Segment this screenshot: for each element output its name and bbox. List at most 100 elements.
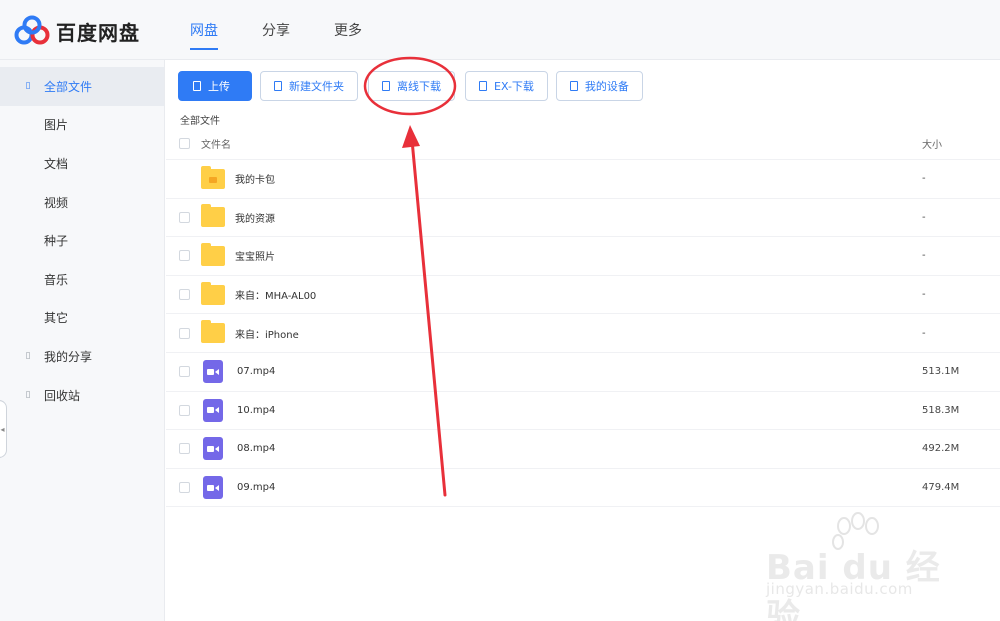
device-icon — [569, 81, 578, 91]
sidebar-item-recycle-bin[interactable]: ▯ 回收站 — [0, 376, 164, 415]
file-name[interactable]: 10.mp4 — [237, 405, 275, 416]
tab-share[interactable]: 分享 — [262, 0, 290, 60]
file-size: - — [922, 289, 926, 301]
row-checkbox[interactable] — [179, 443, 190, 455]
file-size: - — [922, 250, 926, 262]
table-row[interactable]: 来自：iPhone - — [166, 314, 1000, 353]
row-checkbox[interactable] — [179, 289, 190, 301]
file-size: - — [922, 173, 926, 185]
file-list-header: 文件名 大小 — [166, 127, 1000, 160]
file-name[interactable]: 来自：MHA-AL00 — [235, 287, 316, 302]
table-row[interactable]: 宝宝照片 - — [166, 237, 1000, 276]
file-name[interactable]: 来自：iPhone — [235, 326, 299, 341]
sidebar-item-label: 音乐 — [44, 272, 69, 287]
row-checkbox[interactable] — [179, 482, 190, 494]
tab-more[interactable]: 更多 — [334, 0, 362, 60]
wallet-folder-icon — [201, 165, 225, 189]
file-size: - — [922, 211, 926, 223]
row-checkbox[interactable] — [179, 327, 190, 339]
sidebar-item-label: 其它 — [44, 311, 69, 326]
select-all-checkbox[interactable] — [179, 137, 190, 149]
new-folder-icon — [274, 81, 282, 91]
sidebar-item-other[interactable]: 其它 — [0, 299, 164, 338]
new-folder-button[interactable]: 新建文件夹 — [260, 71, 358, 101]
sidebar-item-label: 全部文件 — [44, 79, 93, 94]
file-list: 文件名 大小 我的卡包 - 我的资源 - 宝宝照片 - 来自：MHA-AL00 — [166, 127, 1000, 508]
tab-netdisk[interactable]: 网盘 — [190, 0, 218, 60]
sidebar-item-videos[interactable]: 视频 — [0, 183, 164, 222]
sidebar-collapse-handle[interactable]: ◂ — [0, 400, 7, 458]
chevron-left-icon: ◂ — [0, 424, 5, 434]
offline-download-button-label: 离线下载 — [397, 80, 441, 93]
sidebar-item-label: 文档 — [44, 156, 69, 171]
sidebar-item-label: 视频 — [44, 195, 69, 210]
sidebar-item-label: 图片 — [44, 118, 69, 133]
ex-download-button[interactable]: EX-下载 — [465, 71, 548, 101]
baidu-jingyan-watermark: Bai du 经验 jingyan.baidu.com — [762, 512, 962, 621]
folder-icon — [201, 242, 225, 266]
row-checkbox[interactable] — [179, 250, 190, 262]
table-row[interactable]: 我的资源 - — [166, 199, 1000, 238]
column-name-header[interactable]: 文件名 — [201, 136, 231, 151]
folder-icon — [201, 204, 225, 228]
sidebar-item-label: 回收站 — [44, 388, 81, 403]
file-name[interactable]: 我的卡包 — [235, 171, 275, 186]
sidebar-item-music[interactable]: 音乐 — [0, 260, 164, 299]
my-devices-button[interactable]: 我的设备 — [555, 71, 643, 101]
sidebar: ▯ 全部文件 图片 文档 视频 种子 音乐 其它 ▯ 我的分享 ▯ 回收站 — [0, 60, 165, 621]
table-row[interactable]: 来自：MHA-AL00 - — [166, 276, 1000, 315]
top-bar: 百度网盘 网盘 分享 更多 — [0, 0, 1000, 60]
file-name[interactable]: 08.mp4 — [237, 443, 275, 454]
upload-button-label: 上传 — [208, 80, 230, 93]
offline-download-button[interactable]: 离线下载 — [368, 71, 455, 101]
ex-download-button-label: EX-下载 — [494, 80, 534, 93]
column-size-header[interactable]: 大小 — [922, 136, 1000, 151]
table-row[interactable]: 07.mp4 513.1M — [166, 353, 1000, 392]
sidebar-item-my-share[interactable]: ▯ 我的分享 — [0, 337, 164, 376]
toolbar: 上传 新建文件夹 离线下载 EX-下载 我的设备 — [178, 71, 651, 101]
share-icon: ▯ — [25, 351, 31, 362]
folder-icon: ▯ — [25, 81, 31, 92]
file-size: 492.2M — [922, 443, 960, 455]
sidebar-item-label: 种子 — [44, 234, 69, 249]
my-devices-button-label: 我的设备 — [584, 80, 629, 93]
video-file-icon — [203, 476, 223, 500]
sidebar-item-images[interactable]: 图片 — [0, 106, 164, 145]
breadcrumb[interactable]: 全部文件 — [180, 112, 220, 127]
app-logo[interactable]: 百度网盘 — [14, 14, 140, 48]
sidebar-item-all-files[interactable]: ▯ 全部文件 — [0, 67, 164, 106]
sidebar-item-documents[interactable]: 文档 — [0, 144, 164, 183]
row-checkbox[interactable] — [179, 404, 190, 416]
baidu-netdisk-logo-icon — [14, 15, 50, 45]
sidebar-item-torrents[interactable]: 种子 — [0, 221, 164, 260]
file-name[interactable]: 07.mp4 — [237, 366, 275, 377]
file-size: - — [922, 327, 926, 339]
table-row[interactable]: 10.mp4 518.3M — [166, 392, 1000, 431]
file-name[interactable]: 09.mp4 — [237, 482, 275, 493]
folder-icon — [201, 320, 225, 344]
table-row[interactable]: 09.mp4 479.4M — [166, 469, 1000, 508]
new-folder-button-label: 新建文件夹 — [289, 80, 344, 93]
video-file-icon — [203, 360, 223, 384]
file-name[interactable]: 我的资源 — [235, 210, 275, 225]
file-name[interactable]: 宝宝照片 — [235, 248, 275, 263]
ex-download-icon — [479, 81, 487, 91]
file-size: 513.1M — [922, 366, 960, 378]
top-nav: 网盘 分享 更多 — [190, 0, 406, 60]
file-size: 479.4M — [922, 482, 960, 494]
folder-icon — [201, 281, 225, 305]
table-row[interactable]: 我的卡包 - — [166, 160, 1000, 199]
video-file-icon — [203, 437, 223, 461]
row-checkbox[interactable] — [179, 211, 190, 223]
app-name: 百度网盘 — [56, 20, 140, 45]
table-row[interactable]: 08.mp4 492.2M — [166, 430, 1000, 469]
video-file-icon — [203, 398, 223, 422]
watermark-url: jingyan.baidu.com — [766, 580, 913, 598]
sidebar-item-label: 我的分享 — [44, 349, 93, 364]
download-icon — [382, 81, 390, 91]
upload-button[interactable]: 上传 — [178, 71, 252, 101]
row-checkbox[interactable] — [179, 366, 190, 378]
trash-icon: ▯ — [25, 390, 31, 401]
file-size: 518.3M — [922, 404, 960, 416]
upload-icon — [193, 81, 201, 91]
